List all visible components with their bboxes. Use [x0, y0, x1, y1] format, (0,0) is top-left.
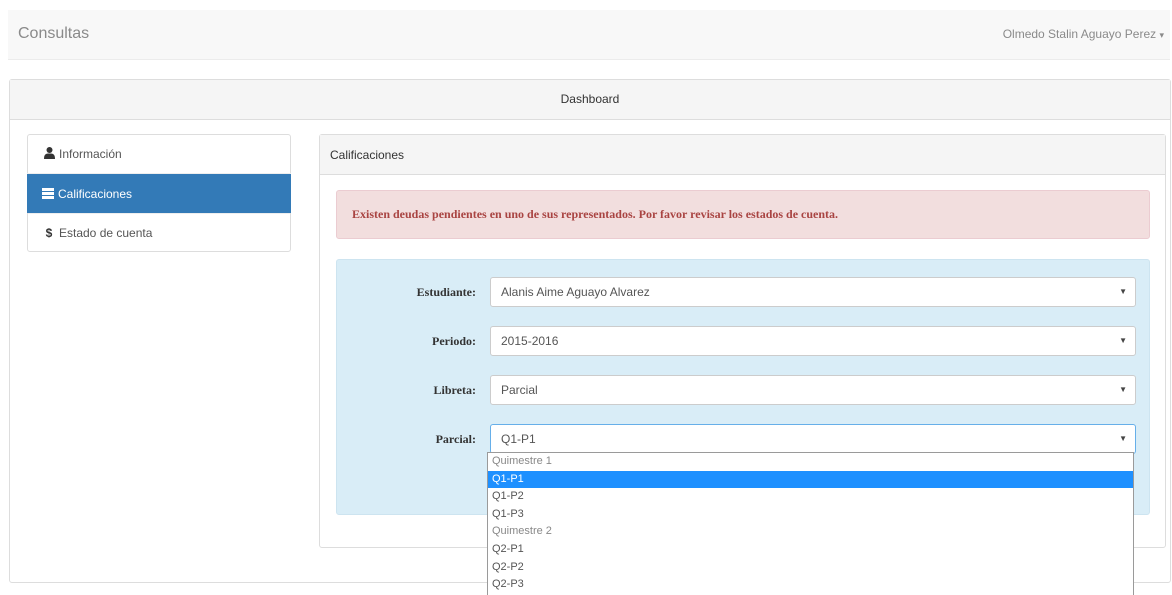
- libreta-label: Libreta:: [433, 383, 476, 397]
- top-navbar: Consultas Olmedo Stalin Aguayo Perez ▾: [8, 10, 1170, 60]
- option-q2-p2[interactable]: Q2-P2: [488, 559, 1133, 577]
- chevron-down-icon: ▾: [1159, 30, 1164, 40]
- parcial-value: Q1-P1: [501, 432, 536, 446]
- optgroup-quimestre-1: Quimestre 1: [492, 455, 552, 467]
- user-name: Olmedo Stalin Aguayo Perez: [1002, 27, 1157, 41]
- option-q2-p3[interactable]: Q2-P3: [488, 576, 1133, 594]
- option-q1-p2[interactable]: Q1-P2: [488, 488, 1133, 506]
- user-icon: [42, 136, 56, 174]
- sidebar-item-estado-de-cuenta[interactable]: $ Estado de cuenta: [28, 213, 290, 251]
- list-icon: [42, 188, 54, 199]
- estudiante-label: Estudiante:: [416, 285, 476, 299]
- estudiante-select[interactable]: Alanis Aime Aguayo Alvarez ▼: [490, 277, 1136, 307]
- libreta-select[interactable]: Parcial ▼: [490, 375, 1136, 405]
- periodo-value: 2015-2016: [501, 334, 559, 348]
- sidebar-item-label: Estado de cuenta: [59, 226, 153, 240]
- option-q1-p3[interactable]: Q1-P3: [488, 506, 1133, 524]
- libreta-value: Parcial: [501, 383, 538, 397]
- caret-down-icon: ▼: [1119, 287, 1127, 296]
- estudiante-value: Alanis Aime Aguayo Alvarez: [501, 285, 650, 299]
- user-menu[interactable]: Olmedo Stalin Aguayo Perez ▾: [1003, 27, 1164, 41]
- caret-down-icon: ▼: [1119, 336, 1127, 345]
- navbar-brand[interactable]: Consultas: [18, 25, 89, 43]
- parcial-label: Parcial:: [435, 432, 476, 446]
- debt-alert: Existen deudas pendientes en uno de sus …: [336, 190, 1150, 239]
- caret-down-icon: ▼: [1119, 385, 1127, 394]
- optgroup-quimestre-2: Quimestre 2: [492, 525, 552, 538]
- sidebar-item-label: Información: [59, 147, 122, 161]
- option-q1-p1[interactable]: Q1-P1: [488, 470, 1133, 489]
- sidebar: Información Calificaciones $ Estado de cu…: [27, 134, 291, 252]
- sidebar-item-label: Calificaciones: [58, 187, 133, 201]
- parcial-select[interactable]: Q1-P1 ▼: [490, 424, 1136, 454]
- dollar-icon: $: [45, 226, 53, 240]
- dashboard-title: Dashboard: [10, 80, 1170, 120]
- calificaciones-title: Calificaciones: [320, 135, 1165, 175]
- periodo-label: Periodo:: [432, 334, 476, 348]
- caret-down-icon: ▼: [1119, 434, 1127, 443]
- sidebar-item-informacion[interactable]: Información: [28, 135, 290, 173]
- sidebar-item-calificaciones[interactable]: Calificaciones: [27, 173, 291, 213]
- parcial-dropdown-list: Quimestre 1 Q1-P1 Q1-P2 Q1-P3 Quimestre …: [487, 452, 1134, 595]
- periodo-select[interactable]: 2015-2016 ▼: [490, 326, 1136, 356]
- option-q2-p1[interactable]: Q2-P1: [488, 541, 1133, 559]
